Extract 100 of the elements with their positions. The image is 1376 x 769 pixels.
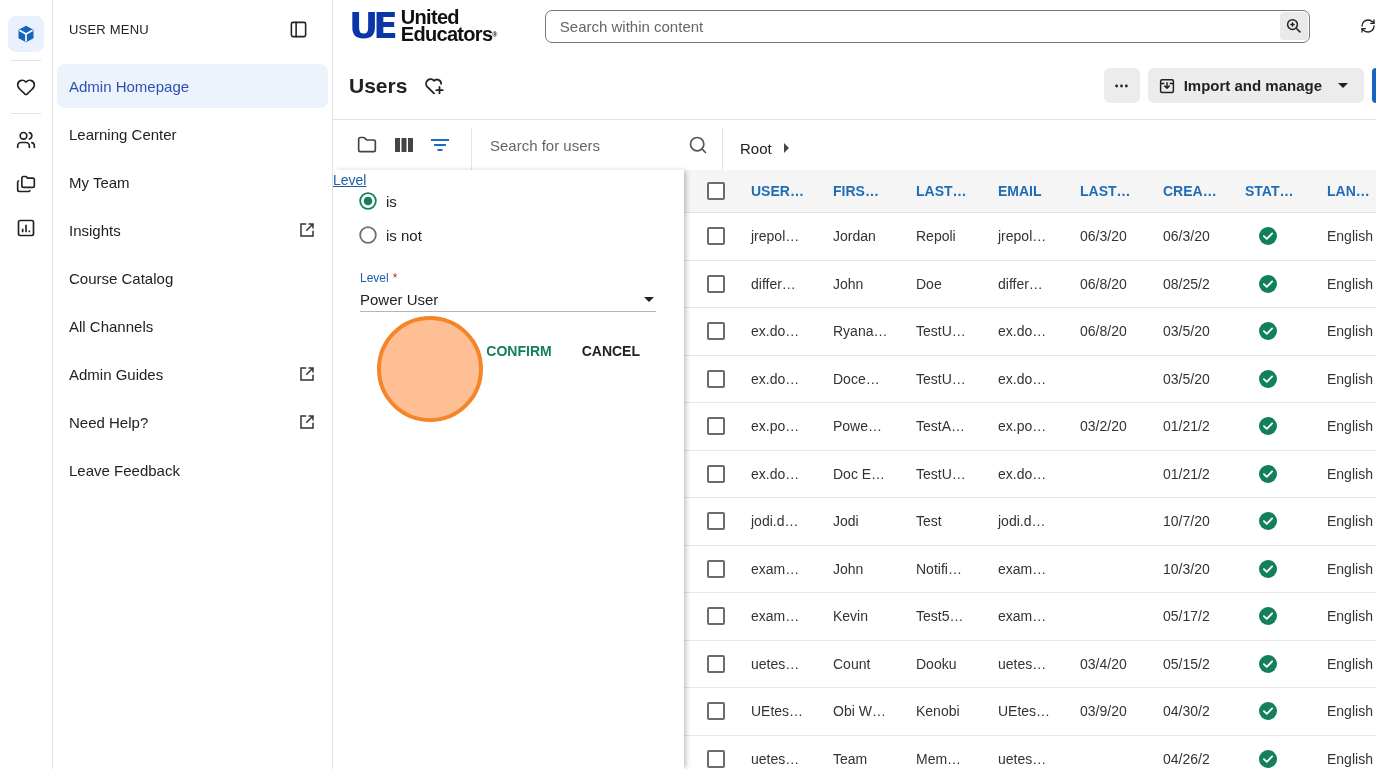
column-header[interactable]: CREA…	[1163, 183, 1217, 199]
table-cell: English	[1327, 703, 1373, 720]
menu-item[interactable]: Admin Homepage	[57, 64, 328, 108]
sync-icon[interactable]	[1360, 18, 1376, 34]
column-header[interactable]: STAT…	[1245, 183, 1294, 199]
table-cell: 03/4/20	[1080, 655, 1127, 672]
menu-item[interactable]: Leave Feedback	[57, 448, 328, 492]
column-header[interactable]: EMAIL	[998, 183, 1042, 199]
table-cell: ex.do…	[751, 323, 800, 340]
folders-icon[interactable]	[16, 174, 36, 194]
columns-icon[interactable]	[395, 138, 413, 152]
table-cell: ex.do…	[751, 465, 800, 482]
option-label[interactable]: is not	[386, 226, 422, 244]
table-cell: Jordan	[833, 228, 876, 245]
external-link-icon	[298, 413, 316, 431]
level-select[interactable]: Power User	[360, 286, 656, 312]
user-search-field[interactable]: Search for users	[488, 135, 688, 155]
download-box-icon	[1157, 76, 1176, 95]
column-header[interactable]: LAST…	[1080, 183, 1131, 199]
row-checkbox[interactable]	[707, 417, 725, 436]
folder-icon[interactable]	[357, 135, 377, 155]
table-cell: Obi W…	[833, 703, 886, 720]
chart-icon[interactable]	[16, 218, 36, 238]
table-cell: 03/9/20	[1080, 703, 1127, 720]
table-cell: English	[1327, 560, 1373, 577]
table-cell: ex.do…	[998, 465, 1047, 482]
breadcrumb-link[interactable]: Root	[740, 139, 772, 157]
cube-icon[interactable]	[8, 16, 44, 52]
table-cell: 01/21/2	[1163, 465, 1210, 482]
column-header[interactable]: FIRS…	[833, 183, 879, 199]
caret-right-icon[interactable]	[783, 143, 789, 153]
menu-item[interactable]: Need Help?	[57, 400, 328, 444]
table-cell: English	[1327, 275, 1373, 292]
table-cell: 05/17/2	[1163, 608, 1210, 625]
row-checkbox[interactable]	[707, 369, 725, 388]
content-search-field[interactable]: Search within content	[544, 9, 1310, 43]
cancel-button[interactable]: CANCEL	[581, 333, 640, 369]
row-checkbox[interactable]	[707, 512, 725, 531]
caret-icon	[644, 297, 654, 302]
table-cell: ex.do…	[751, 370, 800, 387]
column-header[interactable]: LAST…	[916, 183, 967, 199]
table-cell: Jodi	[833, 513, 859, 530]
table-cell: English	[1327, 750, 1373, 767]
row-checkbox[interactable]	[707, 607, 725, 626]
table-cell: ex.po…	[751, 418, 800, 435]
table-cell: 06/8/20	[1080, 275, 1127, 292]
table-cell: ex.po…	[998, 418, 1047, 435]
menu-item[interactable]: All Channels	[57, 304, 328, 348]
menu-title: USER MENU	[69, 21, 149, 37]
menu-item[interactable]: My Team	[57, 160, 328, 204]
import-manage-button[interactable]: Import and manage	[1147, 68, 1364, 103]
table-cell: jodi.d…	[751, 513, 799, 530]
row-checkbox[interactable]	[707, 559, 725, 578]
primary-button[interactable]	[1372, 68, 1376, 103]
sparkle-search-icon	[1284, 16, 1303, 35]
row-checkbox[interactable]	[707, 749, 725, 768]
menu-item[interactable]: Course Catalog	[57, 256, 328, 300]
filter-field-link[interactable]: Level	[333, 172, 367, 188]
table-cell: English	[1327, 323, 1373, 340]
table-cell: John	[833, 275, 864, 292]
table-cell: English	[1327, 465, 1373, 482]
table-cell: jodi.d…	[998, 513, 1046, 530]
row-checkbox[interactable]	[707, 274, 725, 293]
radio-button[interactable]	[359, 226, 377, 244]
table-cell: jrepol…	[998, 228, 1047, 245]
menu-item[interactable]: Insights	[57, 208, 328, 252]
sidebar-toggle-icon[interactable]	[289, 19, 308, 39]
table-cell: 06/3/20	[1163, 228, 1210, 245]
radio-button[interactable]	[359, 192, 377, 210]
heart-icon[interactable]	[16, 77, 36, 97]
row-checkbox[interactable]	[707, 322, 725, 341]
menu-item[interactable]: Learning Center	[57, 112, 328, 156]
table-cell: uetes…	[751, 750, 800, 767]
table-cell: Dooku	[916, 655, 957, 672]
row-checkbox[interactable]	[707, 654, 725, 673]
table-cell: 05/15/2	[1163, 655, 1210, 672]
table-cell: ex.do…	[998, 370, 1047, 387]
column-header[interactable]: LAN…	[1327, 183, 1370, 199]
search-icon[interactable]	[688, 135, 708, 155]
filter-icon[interactable]	[431, 139, 449, 151]
option-label[interactable]: is	[386, 192, 397, 210]
row-checkbox[interactable]	[707, 227, 725, 246]
table-cell: Kenobi	[916, 703, 960, 720]
table-cell: exam…	[998, 608, 1047, 625]
table-cell: TestU…	[916, 370, 966, 387]
table-cell: differ…	[998, 275, 1043, 292]
table-cell: English	[1327, 655, 1373, 672]
table-cell: TestA…	[916, 418, 965, 435]
table-cell: exam…	[751, 608, 800, 625]
table-cell: Team	[833, 750, 868, 767]
select-all-checkbox[interactable]	[707, 182, 725, 200]
row-checkbox[interactable]	[707, 702, 725, 721]
menu-item[interactable]: Admin Guides	[57, 352, 328, 396]
people-icon[interactable]	[16, 130, 36, 150]
table-cell: 03/5/20	[1163, 323, 1210, 340]
table-cell: English	[1327, 418, 1373, 435]
table-cell: uetes…	[998, 750, 1047, 767]
row-checkbox[interactable]	[707, 464, 725, 483]
column-header[interactable]: USER…	[751, 183, 804, 199]
confirm-button[interactable]: CONFIRM	[486, 333, 552, 369]
